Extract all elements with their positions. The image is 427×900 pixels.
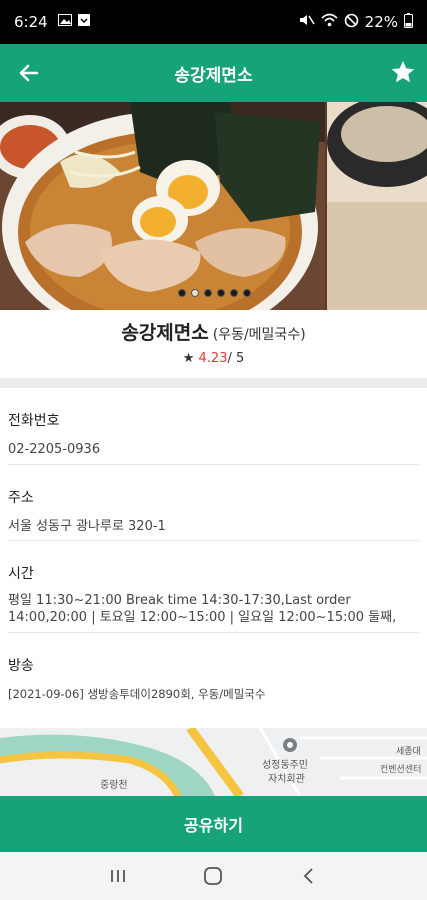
wifi-icon bbox=[321, 13, 338, 31]
restaurant-header: 송강제면소 (우동/메밀국수) ★ 4.23/ 5 bbox=[0, 318, 427, 366]
restaurant-name-line: 송강제면소 (우동/메밀국수) bbox=[0, 318, 427, 345]
pager-dot[interactable] bbox=[178, 289, 186, 297]
blocked-icon bbox=[344, 13, 359, 32]
pager-dot[interactable] bbox=[217, 289, 225, 297]
rating-star-icon: ★ bbox=[182, 351, 195, 366]
divider bbox=[8, 540, 419, 541]
address-value: 서울 성동구 광나루로 320-1 bbox=[8, 519, 166, 534]
broadcast-label: 방송 bbox=[8, 658, 34, 674]
map-label: 컨벤션센터 bbox=[380, 764, 421, 775]
location-map[interactable]: 중랑천 성정동주민 자치회관 세종대 컨벤션센터 bbox=[0, 728, 427, 796]
divider bbox=[8, 464, 419, 465]
map-label: 중랑천 bbox=[100, 779, 128, 791]
address-section: 주소 서울 성동구 광나루로 320-1 bbox=[8, 487, 419, 536]
back-nav-icon[interactable] bbox=[297, 864, 321, 888]
pager-dot[interactable] bbox=[204, 289, 212, 297]
broadcast-section: 방송 [2021-09-06] 생방송투데이2890회, 우동/메밀국수 bbox=[8, 655, 419, 702]
pager-dot[interactable] bbox=[243, 289, 251, 297]
status-bar: 6:24 22% bbox=[0, 0, 427, 44]
battery-percent: 22% bbox=[364, 13, 398, 31]
recent-apps-icon[interactable] bbox=[106, 864, 130, 888]
side-dish-photo bbox=[327, 102, 427, 310]
restaurant-category: (우동/메밀국수) bbox=[212, 327, 306, 343]
photo-gallery[interactable] bbox=[0, 102, 427, 310]
page-title: 송강제면소 bbox=[174, 65, 253, 86]
battery-icon bbox=[404, 12, 413, 32]
hours-label: 시간 bbox=[8, 566, 34, 582]
gallery-icon bbox=[57, 14, 72, 30]
restaurant-name: 송강제면소 bbox=[121, 322, 209, 344]
gallery-pager[interactable] bbox=[178, 289, 251, 297]
system-nav-bar bbox=[0, 852, 427, 900]
mute-icon bbox=[299, 13, 315, 31]
phone-section[interactable]: 전화번호 02-2205-0936 bbox=[8, 410, 419, 459]
app-bar: 송강제면소 bbox=[0, 44, 427, 102]
phone-label: 전화번호 bbox=[8, 413, 60, 429]
home-icon[interactable] bbox=[201, 864, 225, 888]
section-divider bbox=[0, 378, 427, 388]
hours-value: 평일 11:30~21:00 Break time 14:30-17:30,La… bbox=[8, 593, 397, 625]
favorite-star-icon[interactable] bbox=[389, 58, 417, 86]
map-label: 자치회관 bbox=[268, 773, 305, 785]
download-icon bbox=[77, 14, 90, 30]
pager-dot[interactable] bbox=[230, 289, 238, 297]
share-button[interactable]: 공유하기 bbox=[0, 796, 427, 852]
phone-value[interactable]: 02-2205-0936 bbox=[8, 442, 419, 459]
pager-dot-active[interactable] bbox=[191, 289, 199, 297]
map-graphic: 중랑천 성정동주민 자치회관 세종대 컨벤션센터 bbox=[0, 728, 427, 796]
rating-max: / 5 bbox=[227, 351, 245, 366]
rating-score: 4.23 bbox=[198, 351, 228, 366]
rating: ★ 4.23/ 5 bbox=[0, 351, 427, 366]
broadcast-value: [2021-09-06] 생방송투데이2890회, 우동/메밀국수 bbox=[8, 687, 266, 701]
hours-section: 시간 평일 11:30~21:00 Break time 14:30-17:30… bbox=[8, 563, 419, 627]
address-label: 주소 bbox=[8, 490, 34, 506]
divider bbox=[8, 632, 419, 633]
status-time: 6:24 bbox=[14, 13, 48, 31]
map-label: 세종대 bbox=[396, 746, 421, 757]
back-arrow-icon[interactable] bbox=[16, 60, 42, 86]
ramen-photo bbox=[0, 102, 325, 310]
map-label: 성정동주민 bbox=[262, 759, 308, 771]
